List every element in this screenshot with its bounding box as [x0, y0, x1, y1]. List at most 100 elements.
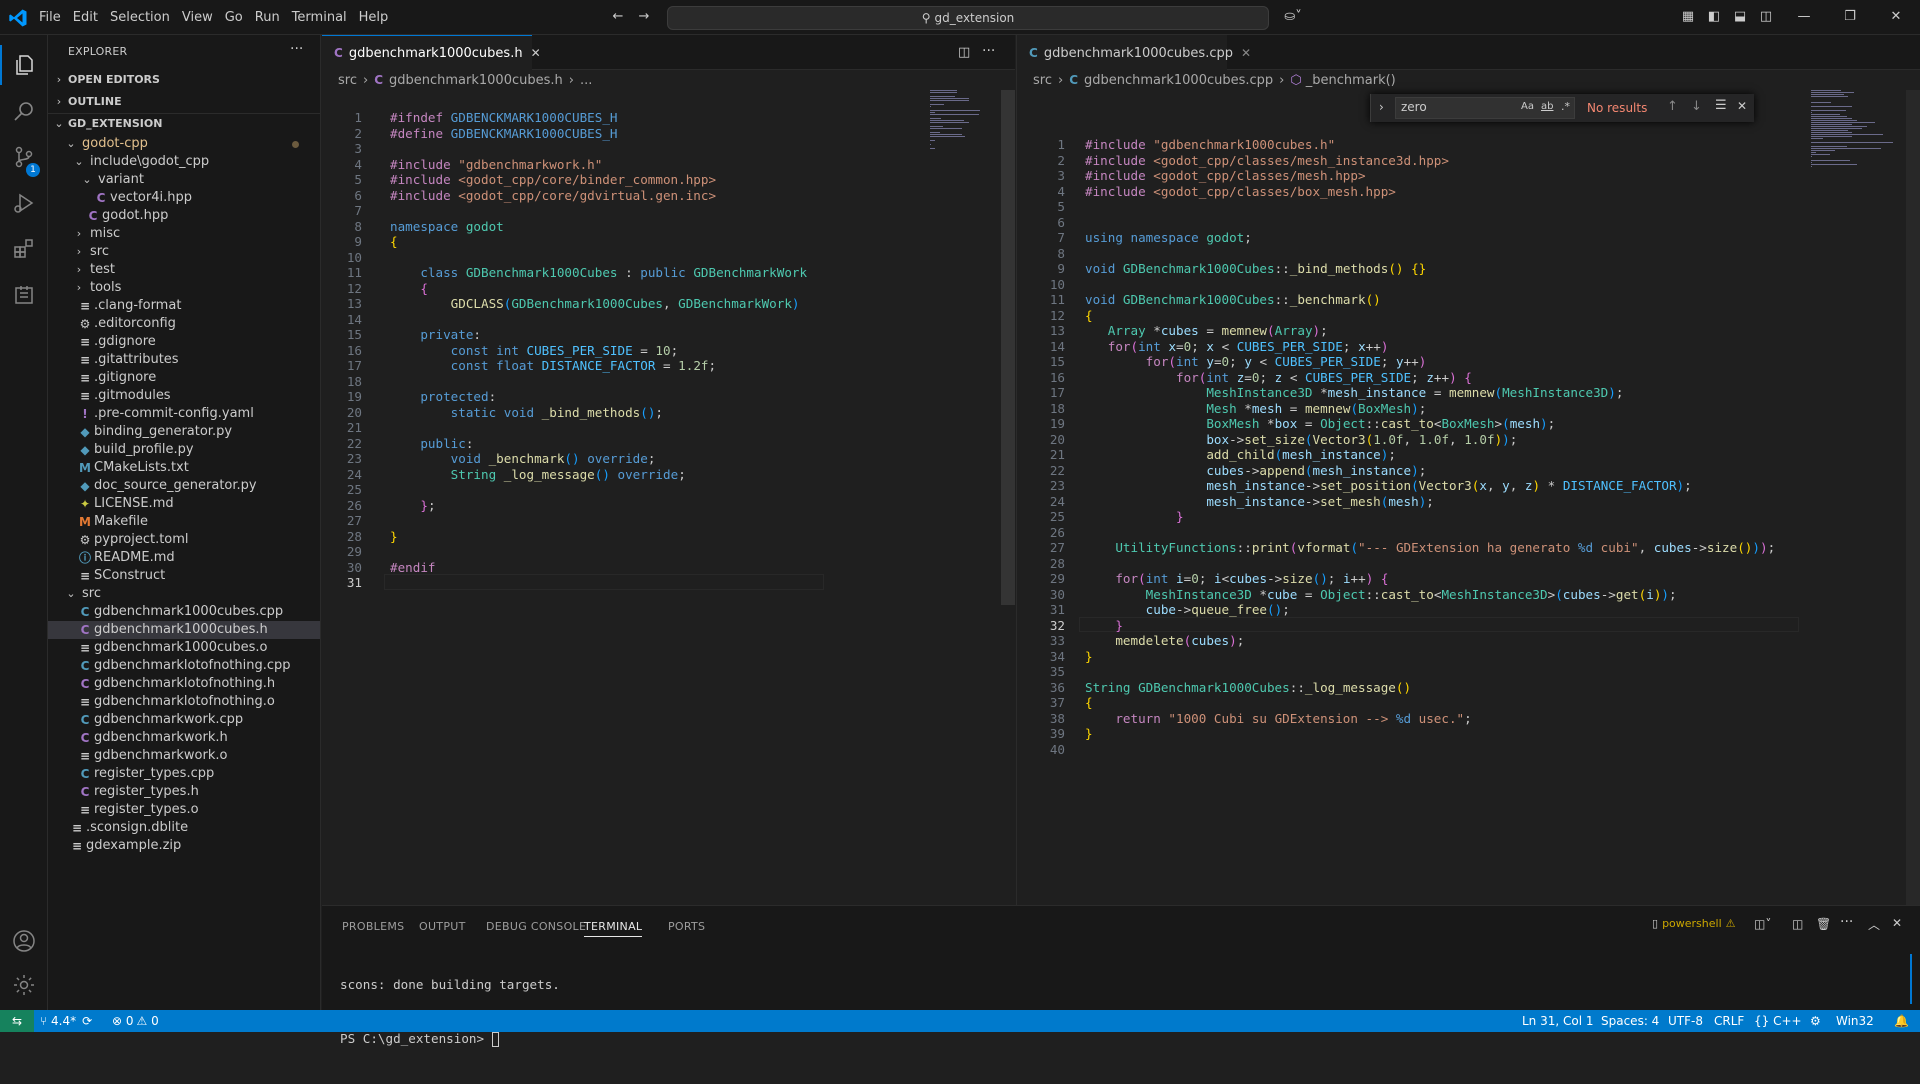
code-line[interactable]: for(int y=0; y < CUBES_PER_SIDE; y++)	[1085, 354, 1427, 369]
tree-item[interactable]: ⚙ pyproject.toml	[48, 531, 320, 549]
code-line[interactable]: }	[1085, 649, 1093, 664]
code-line[interactable]: String _log_message() override;	[390, 467, 686, 482]
scrollbar-right[interactable]	[1906, 90, 1920, 905]
command-center-search[interactable]: ⚲ gd_extension	[667, 6, 1269, 30]
tab-gdbenchmark1000cubes-h[interactable]: C gdbenchmark1000cubes.h ✕	[322, 35, 541, 70]
minimap-right[interactable]	[1811, 90, 1906, 210]
tree-item[interactable]: Cregister_types.cpp	[48, 765, 320, 783]
tree-item[interactable]: › test	[48, 261, 320, 279]
breadcrumb-right[interactable]: src › Cgdbenchmark1000cubes.cpp › ⬡ _benchmar…	[1033, 73, 1396, 88]
platform-icon[interactable]: ⚙	[1810, 1010, 1821, 1032]
code-line[interactable]: for(int i=0; i<cubes->size(); i++) {	[1085, 571, 1388, 586]
close-tab-icon[interactable]: ✕	[531, 46, 541, 60]
testing-icon[interactable]	[12, 283, 36, 307]
tree-item[interactable]: › tools	[48, 279, 320, 297]
copilot-icon[interactable]: ⛀˅	[1280, 10, 1306, 24]
notifications-icon[interactable]: 🔔	[1894, 1010, 1909, 1032]
indentation[interactable]: Spaces: 4	[1601, 1010, 1659, 1032]
panel-tab-ports[interactable]: PORTS	[668, 920, 705, 933]
minimize-icon[interactable]: —	[1796, 10, 1812, 24]
tree-item[interactable]: › misc	[48, 225, 320, 243]
toggle-secondary-sidebar-icon[interactable]: ◫	[1758, 10, 1774, 24]
tree-item[interactable]: Cgdbenchmarklotofnothing.h	[48, 675, 320, 693]
regex-icon[interactable]: .*	[1561, 100, 1570, 113]
code-line[interactable]: }	[1085, 509, 1184, 524]
panel-more-icon[interactable]: ···	[1840, 914, 1853, 930]
code-line[interactable]: String GDBenchmark1000Cubes::_log_messag…	[1085, 680, 1411, 695]
code-line[interactable]: }	[1085, 726, 1093, 741]
code-line[interactable]: #include <godot_cpp/classes/mesh.hpp>	[1085, 168, 1366, 183]
panel-tab-problems[interactable]: PROBLEMS	[342, 920, 404, 933]
tree-item[interactable]: ≡ gdbenchmark1000cubes.o	[48, 639, 320, 657]
menu-edit[interactable]: Edit	[67, 10, 104, 25]
match-case-icon[interactable]: Aa	[1521, 101, 1534, 112]
code-line[interactable]: #include "gdbenchmark1000cubes.h"	[1085, 137, 1335, 152]
menu-view[interactable]: View	[176, 10, 219, 25]
code-line[interactable]: using namespace godot;	[1085, 230, 1252, 245]
code-line[interactable]: public:	[390, 436, 473, 451]
panel-tab-terminal[interactable]: TERMINAL	[584, 920, 643, 937]
remote-indicator-icon[interactable]: ⇆	[0, 1010, 34, 1032]
code-line[interactable]: #include <godot_cpp/core/gdvirtual.gen.i…	[390, 188, 716, 203]
more-actions-icon[interactable]: ···	[290, 41, 303, 57]
tree-item[interactable]: M CMakeLists.txt	[48, 459, 320, 477]
menu-terminal[interactable]: Terminal	[286, 10, 353, 25]
toggle-replace-icon[interactable]: ›	[1379, 100, 1384, 114]
code-line[interactable]: mesh_instance->set_mesh(mesh);	[1085, 494, 1434, 509]
run-debug-icon[interactable]	[12, 191, 36, 215]
menu-file[interactable]: File	[33, 10, 67, 25]
branch-indicator[interactable]: ⑂ 4.4* ⟳	[40, 1010, 92, 1032]
panel-tab-output[interactable]: OUTPUT	[419, 920, 466, 933]
encoding[interactable]: UTF-8	[1668, 1010, 1703, 1032]
scrollbar-left[interactable]	[1001, 90, 1015, 605]
editor-more-icon[interactable]: ···	[982, 43, 995, 59]
code-line[interactable]: #include "gdbenchmarkwork.h"	[390, 157, 602, 172]
tree-item[interactable]: ≡ SConstruct	[48, 567, 320, 585]
code-line[interactable]: #include <godot_cpp/classes/mesh_instanc…	[1085, 153, 1449, 168]
tree-item[interactable]: ! .pre-commit-config.yaml	[48, 405, 320, 423]
accounts-icon[interactable]	[12, 929, 36, 953]
minimap-left[interactable]	[930, 90, 1000, 170]
tree-item[interactable]: Cgodot.hpp	[48, 207, 320, 225]
code-line[interactable]: return "1000 Cubi su GDExtension --> %d …	[1085, 711, 1471, 726]
tree-item[interactable]: Cgdbenchmarkwork.h	[48, 729, 320, 747]
platform[interactable]: Win32	[1836, 1010, 1874, 1032]
restore-icon[interactable]: ❐	[1842, 10, 1858, 24]
tree-item[interactable]: ≡ gdbenchmarkwork.o	[48, 747, 320, 765]
tree-item[interactable]: ⌄ variant	[48, 171, 320, 189]
code-line[interactable]: mesh_instance->set_position(Vector3(x, y…	[1085, 478, 1691, 493]
code-line[interactable]: void GDBenchmark1000Cubes::_benchmark()	[1085, 292, 1381, 307]
code-line[interactable]: }	[1085, 618, 1123, 633]
tree-item[interactable]: Cgdbenchmark1000cubes.h	[48, 621, 320, 639]
tree-item[interactable]: › src	[48, 243, 320, 261]
code-line[interactable]: #endif	[390, 560, 436, 575]
problems-indicator[interactable]: ⊗ 0 ⚠ 0	[112, 1010, 159, 1032]
code-line[interactable]: memdelete(cubes);	[1085, 633, 1244, 648]
code-line[interactable]: {	[390, 281, 428, 296]
toggle-panel-icon[interactable]: ⬓	[1732, 10, 1748, 24]
tree-item[interactable]: ⌄ godot-cpp	[48, 135, 320, 153]
tree-item[interactable]: ≡ register_types.o	[48, 801, 320, 819]
close-tab-icon[interactable]: ✕	[1241, 46, 1251, 60]
find-in-selection-icon[interactable]: ☰	[1715, 98, 1727, 113]
match-word-icon[interactable]: ab	[1541, 101, 1553, 112]
code-line[interactable]: };	[390, 498, 435, 513]
settings-gear-icon[interactable]	[12, 973, 36, 997]
kill-terminal-icon[interactable]: 🗑	[1816, 917, 1831, 931]
code-line[interactable]: Array *cubes = memnew(Array);	[1085, 323, 1328, 338]
code-line[interactable]: void _benchmark() override;	[390, 451, 656, 466]
code-line[interactable]: BoxMesh *box = Object::cast_to<BoxMesh>(…	[1085, 416, 1555, 431]
tree-item[interactable]: ⓘ README.md	[48, 549, 320, 567]
tree-item[interactable]: Cgdbenchmarklotofnothing.cpp	[48, 657, 320, 675]
menu-help[interactable]: Help	[353, 10, 395, 25]
close-find-icon[interactable]: ✕	[1737, 99, 1747, 113]
code-line[interactable]: protected:	[390, 389, 496, 404]
code-line[interactable]: #include <godot_cpp/core/binder_common.h…	[390, 172, 716, 187]
tree-item[interactable]: ≡ .gitattributes	[48, 351, 320, 369]
back-arrow-icon[interactable]: ←	[610, 10, 626, 24]
code-line[interactable]: for(int z=0; z < CUBES_PER_SIDE; z++) {	[1085, 370, 1472, 385]
tree-item[interactable]: ≡ .gdignore	[48, 333, 320, 351]
tree-item[interactable]: Cgdbenchmark1000cubes.cpp	[48, 603, 320, 621]
code-line[interactable]: #ifndef GDBENCKMARK1000CUBES_H	[390, 110, 617, 125]
tree-item[interactable]: ◆ binding_generator.py	[48, 423, 320, 441]
